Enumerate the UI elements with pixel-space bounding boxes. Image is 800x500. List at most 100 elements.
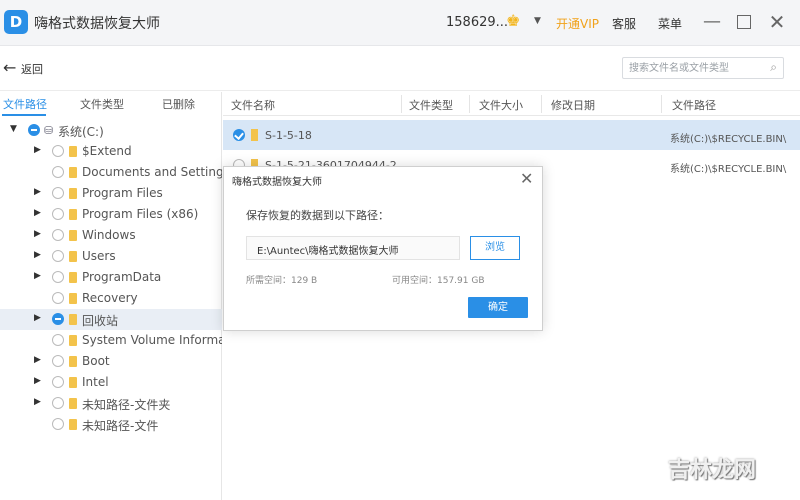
expand-right-icon[interactable]: ▶ [34, 376, 41, 386]
tree-item-label: $Extend [82, 144, 132, 158]
toolbar: ← 返回 ⌕ [0, 47, 800, 91]
expand-down-icon[interactable]: ▼ [10, 124, 17, 134]
column-header-name[interactable]: 文件名称 [231, 97, 275, 113]
expand-right-icon[interactable]: ▶ [34, 250, 41, 260]
tree-item[interactable]: 未知路径-文件 [0, 414, 222, 435]
tree-item[interactable]: System Volume Information [0, 330, 222, 351]
save-path-dialog: 嗨格式数据恢复大师 ✕ 保存恢复的数据到以下路径： E:\Auntec\嗨格式数… [223, 166, 543, 331]
expand-right-icon[interactable]: ▶ [34, 145, 41, 155]
tree-item[interactable]: ▶ $Extend [0, 141, 222, 162]
file-path: 系统(C:)\$RECYCLE.BIN\ [670, 134, 787, 145]
folder-icon [69, 251, 77, 262]
customer-service-button[interactable]: 客服 [612, 15, 636, 32]
unchecked-circle-icon[interactable] [52, 397, 64, 409]
expand-right-icon[interactable]: ▶ [34, 187, 41, 197]
browse-button[interactable]: 浏览 [470, 236, 520, 260]
unchecked-circle-icon[interactable] [52, 208, 64, 220]
unchecked-circle-icon[interactable] [52, 376, 64, 388]
expand-right-icon[interactable]: ▶ [34, 355, 41, 365]
table-row[interactable]: S-1-5-18 系统(C:)\$RECYCLE.BIN\ [223, 120, 800, 150]
column-header-date[interactable]: 修改日期 [551, 97, 595, 113]
unchecked-circle-icon[interactable] [52, 166, 64, 178]
minimize-icon[interactable]: — [699, 8, 725, 36]
back-arrow-icon[interactable]: ← [3, 58, 16, 77]
chevron-down-icon[interactable]: ▼ [534, 16, 541, 26]
tree-item[interactable]: ▶ 未知路径-文件夹 [0, 393, 222, 414]
close-icon[interactable]: ✕ [764, 8, 790, 36]
tree-item-label: Documents and Settings [82, 165, 222, 179]
search-input[interactable] [623, 58, 753, 78]
dialog-prompt: 保存恢复的数据到以下路径： [246, 209, 389, 222]
unchecked-circle-icon[interactable] [52, 229, 64, 241]
expand-right-icon[interactable]: ▶ [34, 229, 41, 239]
tree-item[interactable]: ▶ Boot [0, 351, 222, 372]
checked-circle-icon[interactable] [28, 124, 40, 136]
expand-right-icon[interactable]: ▶ [34, 271, 41, 281]
column-header-path[interactable]: 文件路径 [672, 97, 716, 113]
tree-item-label: 回收站 [82, 314, 119, 328]
column-divider [469, 95, 470, 113]
tree-item-label: 系统(C:) [58, 125, 104, 139]
tree-item[interactable]: ▶ Users [0, 246, 222, 267]
column-header-type[interactable]: 文件类型 [409, 97, 453, 113]
search-icon[interactable]: ⌕ [770, 60, 777, 75]
tree-item-label: Program Files [82, 186, 163, 200]
back-button[interactable]: 返回 [21, 61, 43, 77]
folder-icon [69, 356, 77, 367]
drive-icon: ⛁ [44, 124, 54, 137]
unchecked-circle-icon[interactable] [52, 187, 64, 199]
unchecked-circle-icon[interactable] [52, 271, 64, 283]
tree-item-label: Recovery [82, 291, 138, 305]
folder-icon [69, 419, 77, 430]
unchecked-circle-icon[interactable] [52, 292, 64, 304]
tree-item[interactable]: ▶ 回收站 [0, 309, 222, 330]
tree-item[interactable]: ▶ Program Files [0, 183, 222, 204]
tree-item[interactable]: ▼ ⛁ 系统(C:) [0, 120, 222, 141]
tree-item-label: System Volume Information [82, 333, 222, 347]
unchecked-circle-icon[interactable] [52, 250, 64, 262]
dialog-close-icon[interactable]: ✕ [520, 169, 533, 188]
unchecked-circle-icon[interactable] [52, 418, 64, 430]
tree-item-label: Windows [82, 228, 136, 242]
menu-button[interactable]: 菜单 [658, 15, 682, 32]
tree-item[interactable]: ▶ ProgramData [0, 267, 222, 288]
list-header: 文件名称 文件类型 文件大小 修改日期 文件路径 [223, 92, 800, 116]
expand-right-icon[interactable]: ▶ [34, 313, 41, 323]
checked-circle-icon[interactable] [233, 129, 245, 141]
tree-item[interactable]: ▶ Program Files (x86) [0, 204, 222, 225]
folder-icon [69, 167, 77, 178]
tree-item[interactable]: ▶ Windows [0, 225, 222, 246]
unchecked-circle-icon[interactable] [52, 334, 64, 346]
tab-file-path[interactable]: 文件路径 [3, 96, 47, 112]
tree-item[interactable]: Documents and Settings [0, 162, 222, 183]
tree-item[interactable]: ▶ Intel [0, 372, 222, 393]
column-divider [541, 95, 542, 113]
folder-icon [69, 314, 77, 325]
save-path-field[interactable]: E:\Auntec\嗨格式数据恢复大师 [246, 236, 460, 260]
unchecked-circle-icon[interactable] [52, 145, 64, 157]
unchecked-circle-icon[interactable] [52, 355, 64, 367]
file-path: 系统(C:)\$RECYCLE.BIN\ [670, 164, 787, 175]
folder-icon [69, 209, 77, 220]
tree-item[interactable]: Recovery [0, 288, 222, 309]
expand-right-icon[interactable]: ▶ [34, 397, 41, 407]
column-header-size[interactable]: 文件大小 [479, 97, 523, 113]
tree-item-label: Intel [82, 375, 109, 389]
tree-item-label: ProgramData [82, 270, 162, 284]
tab-file-type[interactable]: 文件类型 [80, 96, 124, 112]
open-vip-link[interactable]: 开通VIP [556, 15, 599, 32]
left-tabs: 文件路径 文件类型 已删除 [0, 92, 222, 116]
confirm-button[interactable]: 确定 [468, 297, 528, 318]
file-name: S-1-5-18 [265, 129, 312, 142]
tree-item-label: Program Files (x86) [82, 207, 199, 221]
tab-deleted[interactable]: 已删除 [162, 96, 195, 112]
folder-icon [69, 188, 77, 199]
available-space: 可用空间：157.91 GB [392, 276, 485, 286]
expand-right-icon[interactable]: ▶ [34, 208, 41, 218]
tree-item-label: 未知路径-文件 [82, 419, 159, 433]
checked-circle-icon[interactable] [52, 313, 64, 325]
maximize-icon[interactable] [731, 8, 757, 36]
account-name[interactable]: 158629... [446, 15, 508, 30]
watermark: 吉林龙网 [668, 458, 757, 483]
tree-item-label: Users [82, 249, 116, 263]
